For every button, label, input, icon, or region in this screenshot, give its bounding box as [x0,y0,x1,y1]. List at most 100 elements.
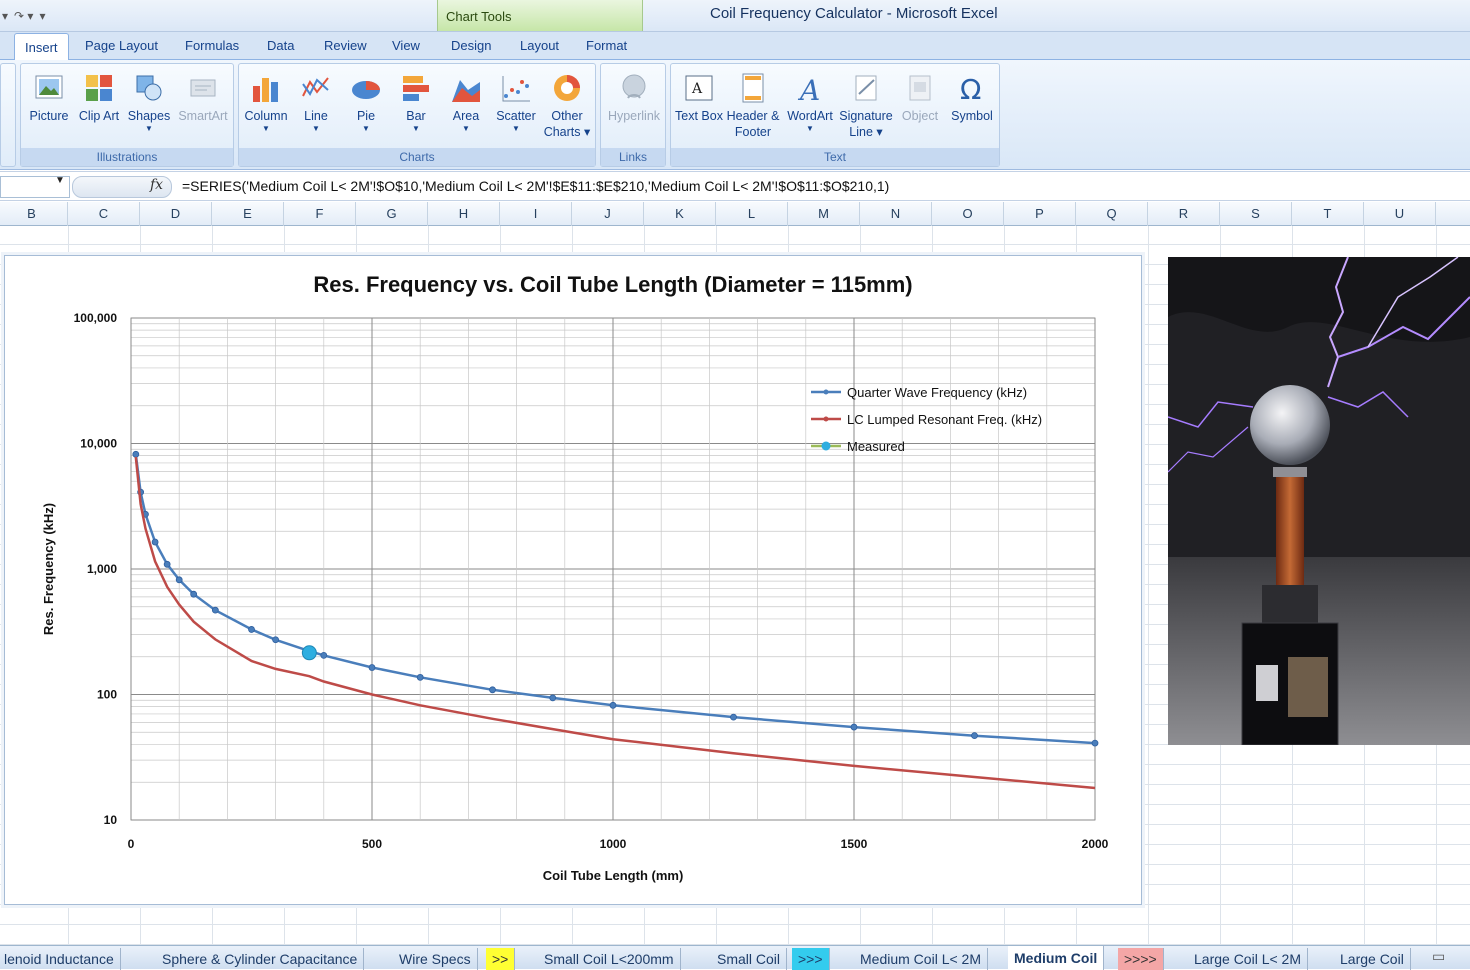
sheet-tab-medium-coil-l2m[interactable]: Medium Coil L< 2M [854,948,988,970]
shapes-icon [136,75,162,101]
ribbon-group-tables [0,63,16,167]
clip-art-icon [86,75,112,101]
series-point-0 [730,713,737,721]
customize-toolbar-icon[interactable]: ▾ [39,9,45,23]
smartart-button[interactable]: SmartArt [175,68,231,124]
column-header-o[interactable]: O [932,202,1004,226]
smartart-icon [190,79,216,97]
other-charts-button[interactable]: Other Charts ▾ [541,68,593,140]
text-box-button[interactable]: A Text Box [673,68,725,124]
column-header-j[interactable]: J [572,202,644,226]
series-point-0 [211,606,219,614]
object-icon [909,75,931,101]
line-chart-icon [302,77,329,97]
legend-label-0: Quarter Wave Frequency (kHz) [847,385,1027,400]
header-footer-icon [742,73,764,103]
column-header-c[interactable]: C [68,202,140,226]
line-chart-button[interactable]: Line ▼ [290,68,342,134]
undo-dropdown-icon[interactable]: ▾ [2,9,8,23]
series-point-0 [272,636,280,644]
column-header-g[interactable]: G [356,202,428,226]
text-group-label: Text [671,148,999,166]
series-point-0 [1091,739,1099,747]
column-chart-button[interactable]: Column ▼ [240,68,292,134]
column-header-f[interactable]: F [284,202,356,226]
column-header-m[interactable]: M [788,202,860,226]
sheet-tab-small-coil[interactable]: Small Coil [711,948,788,970]
svg-text:Ω: Ω [960,73,981,104]
shapes-button[interactable]: Shapes ▼ [123,68,175,134]
column-header-u[interactable]: U [1364,202,1436,226]
scatter-chart-button[interactable]: Scatter ▼ [490,68,542,134]
ribbon-group-charts: Column ▼ Line ▼ Pie ▼ Bar ▼ Area ▼ Scatter ▼ O… [238,63,596,167]
tab-data[interactable]: Data [267,38,294,53]
sheet-tab-large-coil[interactable]: Large Coil [1334,948,1411,970]
sheet-tab-wire-specs[interactable]: Wire Specs [393,948,478,970]
hyperlink-button[interactable]: Hyperlink [604,68,664,124]
y-tick-label: 100,000 [74,311,118,325]
sheet-tab-sphere-cylinder-capacitance[interactable]: Sphere & Cylinder Capacitance [156,948,365,970]
symbol-button[interactable]: Ω Symbol [945,68,999,124]
tab-insert[interactable]: Insert [14,33,69,61]
formula-input[interactable]: =SERIES('Medium Coil L< 2M'!$O$10,'Mediu… [182,178,889,194]
tab-page-layout[interactable]: Page Layout [85,38,158,53]
name-box-dropdown-icon[interactable]: ▼ [55,175,65,186]
legend-label-1: LC Lumped Resonant Freq. (kHz) [847,412,1042,427]
sheet-tab-small-coil-l200[interactable]: Small Coil L<200mm [538,948,681,970]
chart-object[interactable]: Res. Frequency vs. Coil Tube Length (Dia… [4,255,1142,905]
sheet-tab-medium-coil[interactable]: Medium Coil [1008,946,1105,970]
chart-title: Res. Frequency vs. Coil Tube Length (Dia… [313,272,912,297]
chart-svg: Res. Frequency vs. Coil Tube Length (Dia… [41,272,1109,883]
column-header-l[interactable]: L [716,202,788,226]
tab-review[interactable]: Review [324,38,367,53]
signature-icon [855,75,877,101]
wordart-button[interactable]: A WordArt ▼ [783,68,837,134]
sheet-tab-separator-2[interactable]: >>> [792,948,830,970]
column-header-s[interactable]: S [1220,202,1292,226]
sheet-tab-separator-1[interactable]: >> [486,948,516,970]
sheet-tab-separator-3[interactable]: >>>> [1118,948,1164,970]
column-header-r[interactable]: R [1148,202,1220,226]
column-header-d[interactable]: D [140,202,212,226]
column-header-n[interactable]: N [860,202,932,226]
doughnut-chart-icon [554,75,580,101]
object-button[interactable]: Object [895,68,945,124]
tab-design[interactable]: Design [451,38,491,53]
column-header-e[interactable]: E [212,202,284,226]
legend-label-2: Measured [847,439,905,454]
area-chart-button[interactable]: Area ▼ [440,68,492,134]
column-header-i[interactable]: I [500,202,572,226]
column-header-p[interactable]: P [1004,202,1076,226]
y-tick-label: 100 [97,688,117,702]
x-tick-label: 1500 [841,837,868,851]
measured-point [301,645,317,661]
ribbon-tab-bar: Insert Page Layout Formulas Data Review … [0,32,1470,61]
insert-function-icon[interactable]: fx [150,177,163,193]
tab-format[interactable]: Format [586,38,627,53]
tab-layout[interactable]: Layout [520,38,559,53]
header-footer-button[interactable]: Header & Footer [725,68,781,140]
ribbon-group-text: A Text Box Header & Footer A WordArt ▼ Si… [670,63,1000,167]
scatter-chart-icon [502,76,530,102]
series-point-0 [609,701,617,709]
sheet-tab-large-coil-l2m[interactable]: Large Coil L< 2M [1188,948,1309,970]
picture-button[interactable]: Picture [23,68,75,124]
tab-view[interactable]: View [392,38,420,53]
x-tick-label: 2000 [1082,837,1109,851]
pie-chart-button[interactable]: Pie ▼ [340,68,392,134]
sheet-tab-solenoid-inductance[interactable]: lenoid Inductance [0,948,121,970]
tab-formulas[interactable]: Formulas [185,38,239,53]
column-header-h[interactable]: H [428,202,500,226]
series-point-0 [416,673,424,681]
redo-icon[interactable]: ↷ ▾ [14,9,33,23]
column-header-t[interactable]: T [1292,202,1364,226]
column-header-k[interactable]: K [644,202,716,226]
tesla-coil-photo[interactable] [1168,257,1470,745]
picture-icon [35,75,63,99]
bar-chart-button[interactable]: Bar ▼ [390,68,442,134]
column-header-b[interactable]: B [0,202,68,226]
insert-sheet-icon[interactable]: ▭ [1432,948,1445,965]
signature-line-button[interactable]: Signature Line ▾ [837,68,895,140]
column-header-q[interactable]: Q [1076,202,1148,226]
clip-art-button[interactable]: Clip Art [73,68,125,124]
